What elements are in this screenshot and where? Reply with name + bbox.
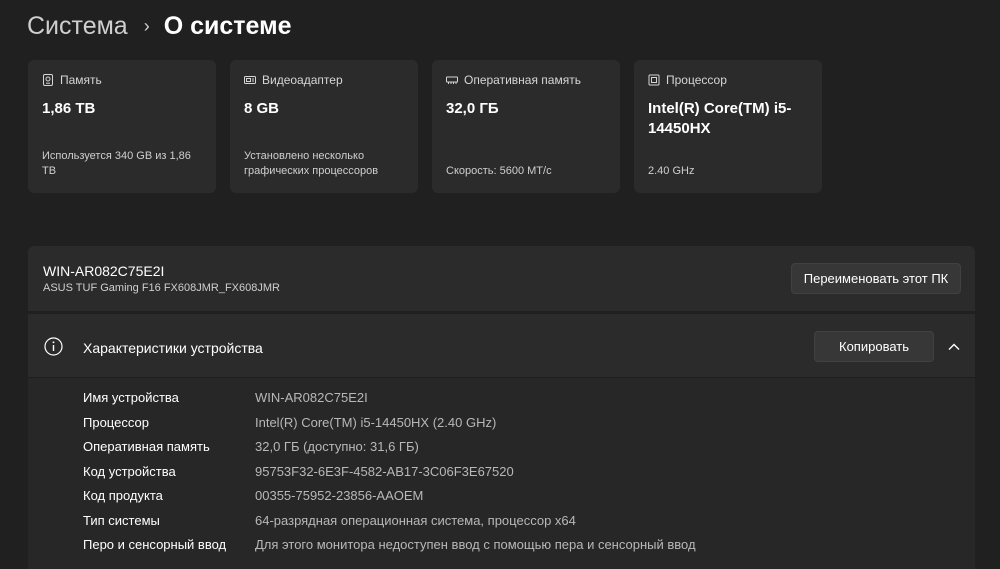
ram-icon <box>446 74 458 86</box>
spec-value: 95753F32-6E3F-4582-AB17-3C06F3E67520 <box>255 463 514 479</box>
card-title: Видеоадаптер <box>262 73 343 87</box>
spec-label: Имя устройства <box>83 390 179 405</box>
spec-label: Тип системы <box>83 512 160 528</box>
page-title: О системе <box>163 11 292 40</box>
card-value: 8 GB <box>244 100 280 117</box>
cpu-icon <box>648 74 660 86</box>
card-value: 32,0 ГБ <box>446 100 499 117</box>
device-name: WIN-AR082C75E2I <box>43 263 165 279</box>
card-title: Память <box>60 73 102 87</box>
breadcrumb-system-link[interactable]: Система <box>27 12 128 41</box>
spec-value: WIN-AR082C75E2I <box>255 390 368 405</box>
spec-value: 00355-75952-23856-AAOEM <box>255 488 424 503</box>
spec-label: Код устройства <box>83 463 176 479</box>
spec-label: Оперативная память <box>83 439 210 454</box>
card-note: Используется 340 GB из 1,86 ТB <box>42 150 191 177</box>
spec-row-system-type: Тип системы 64-разрядная операционная си… <box>28 510 975 535</box>
about-system-page: Система › О системе Память 1,86 ТB Испол… <box>0 0 1000 569</box>
device-name-panel: WIN-AR082C75E2I ASUS TUF Gaming F16 FX60… <box>28 246 975 311</box>
rename-pc-button[interactable]: Переименовать этот ПК <box>791 263 961 294</box>
spec-value: Intel(R) Core(TM) i5-14450HX (2.40 GHz) <box>255 414 497 430</box>
card-note: Скорость: 5600 МТ/с <box>446 165 552 177</box>
card-value: 1,86 ТB <box>42 100 96 117</box>
card-cpu: Процессор Intel(R) Core(TM) i5-14450HX 2… <box>634 60 822 193</box>
card-gpu: Видеоадаптер 8 GB Установлено несколько … <box>230 60 418 193</box>
card-title: Оперативная память <box>464 73 581 87</box>
card-note: Установлено несколько графических процес… <box>244 150 379 177</box>
device-specs-panel: Характеристики устройства Копировать Имя… <box>28 314 975 569</box>
spec-value: 32,0 ГБ (доступно: 31,6 ГБ) <box>255 439 419 454</box>
info-icon <box>44 337 63 356</box>
spec-label: Код продукта <box>83 488 163 503</box>
card-value: Intel(R) Core(TM) i5-14450HX <box>648 100 792 137</box>
device-specs-header[interactable]: Характеристики устройства Копировать <box>28 314 975 378</box>
copy-button[interactable]: Копировать <box>814 331 934 362</box>
device-model: ASUS TUF Gaming F16 FX608JMR_FX608JMR <box>43 282 280 294</box>
chevron-up-icon[interactable] <box>945 338 963 356</box>
summary-cards: Память 1,86 ТB Используется 340 GB из 1,… <box>28 60 822 193</box>
device-specs-list: Имя устройства WIN-AR082C75E2I Процессор… <box>28 387 975 559</box>
spec-row-device-id: Код устройства 95753F32-6E3F-4582-AB17-3… <box>28 461 975 486</box>
storage-icon <box>42 74 54 86</box>
spec-label: Перо и сенсорный ввод <box>83 537 227 552</box>
gpu-icon <box>244 74 256 86</box>
breadcrumb: Система › О системе <box>27 8 291 44</box>
spec-row-device-name: Имя устройства WIN-AR082C75E2I <box>28 387 975 412</box>
chevron-right-icon: › <box>143 15 150 36</box>
spec-row-processor: Процессор Intel(R) Core(TM) i5-14450HX (… <box>28 412 975 437</box>
card-storage: Память 1,86 ТB Используется 340 GB из 1,… <box>28 60 216 193</box>
card-note: 2.40 GHz <box>648 165 695 177</box>
spec-row-pen-touch: Перо и сенсорный ввод Для этого монитора… <box>28 534 975 559</box>
spec-label: Процессор <box>83 414 149 430</box>
spec-value: 64-разрядная операционная система, проце… <box>255 512 576 528</box>
spec-row-product-id: Код продукта 00355-75952-23856-AAOEM <box>28 485 975 510</box>
card-title: Процессор <box>666 73 727 87</box>
spec-value: Для этого монитора недоступен ввод с пом… <box>255 537 696 552</box>
device-specs-title: Характеристики устройства <box>83 340 263 356</box>
card-ram: Оперативная память 32,0 ГБ Скорость: 560… <box>432 60 620 193</box>
spec-row-ram: Оперативная память 32,0 ГБ (доступно: 31… <box>28 436 975 461</box>
